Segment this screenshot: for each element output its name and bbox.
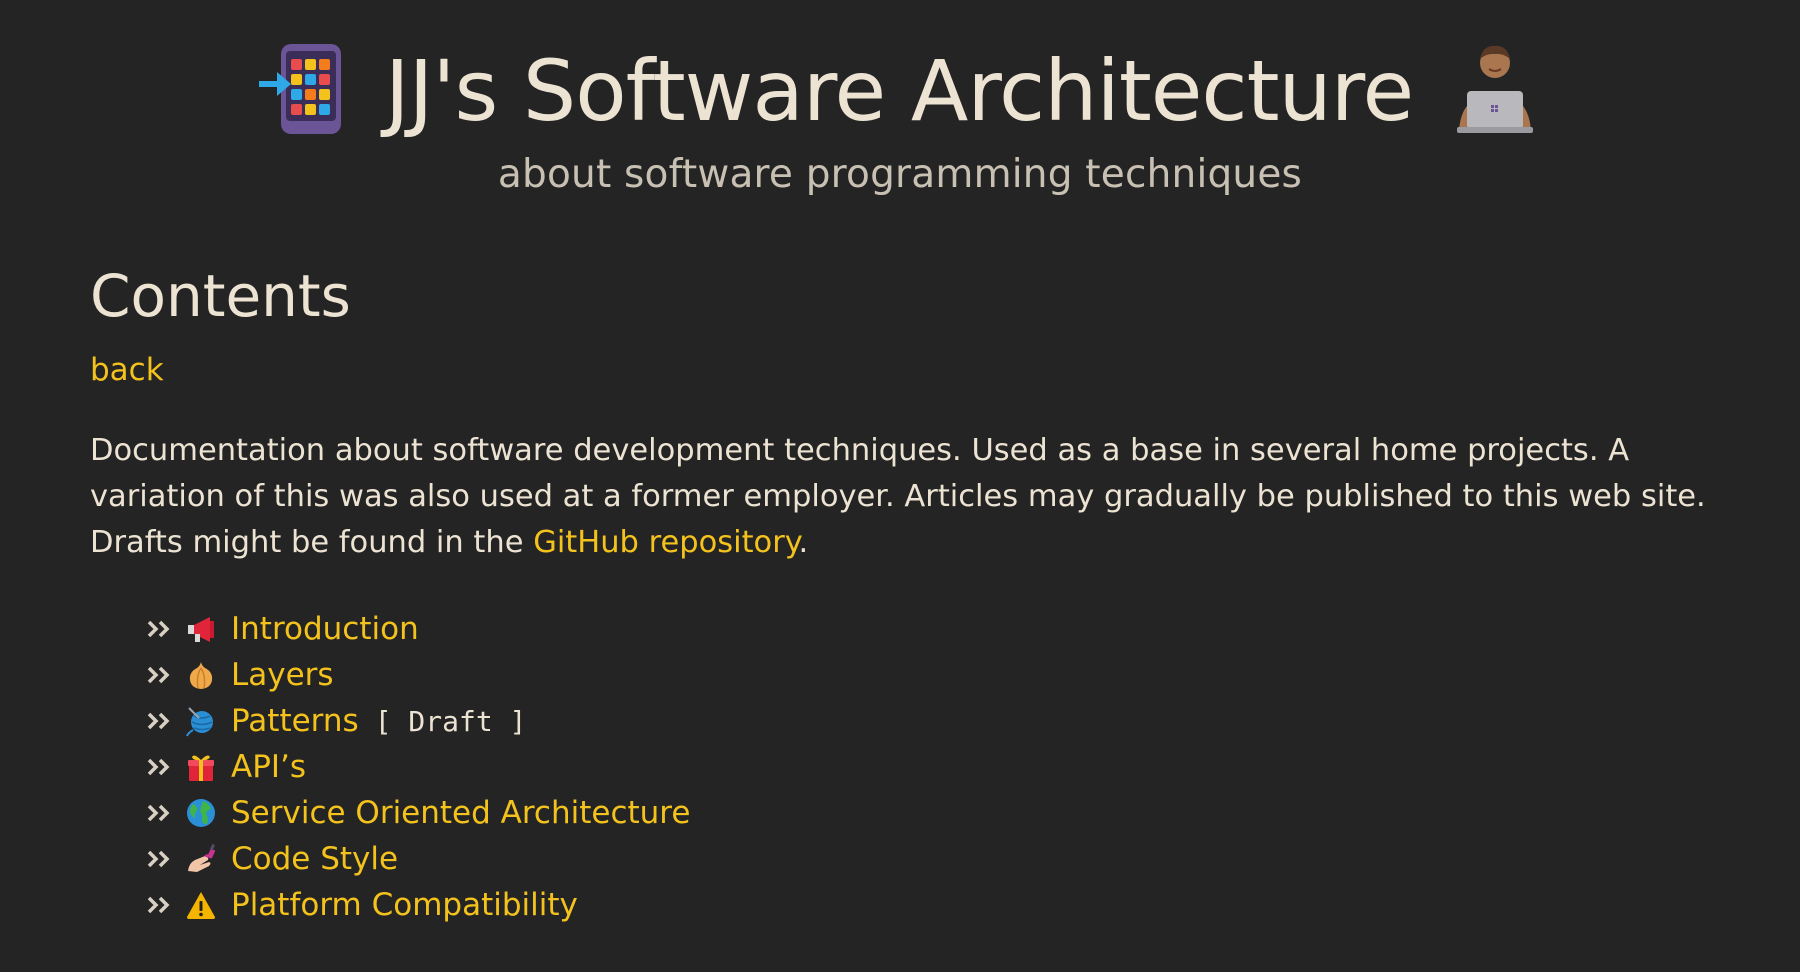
onion-icon (189, 662, 213, 689)
double-chevron-icon (147, 666, 170, 684)
main-content: Contents back Documentation about softwa… (90, 262, 1710, 928)
toc-link-service-oriented-architecture[interactable]: Service Oriented Architecture (231, 795, 690, 831)
toc-link-code-style[interactable]: Code Style (231, 841, 398, 877)
nail-polish-icon (188, 844, 216, 872)
site-tagline: about software programming techniques (497, 152, 1303, 197)
globe-icon (187, 799, 215, 827)
back-link[interactable]: back (90, 352, 164, 388)
toc-item-patterns: Patterns [ Draft ] (147, 698, 1710, 744)
toc-item-platform-compatibility: Platform Compatibility (147, 882, 1710, 928)
intro-text: Documentation about software development… (90, 433, 1706, 560)
site-header: JJ's Software Architecture about softwar… (0, 36, 1800, 197)
page-title: Contents (90, 262, 351, 330)
person-laptop-icon (1445, 39, 1545, 143)
intro-text-end: . (798, 525, 809, 560)
intro-paragraph: Documentation about software development… (90, 428, 1710, 566)
double-chevron-icon (147, 620, 170, 638)
warning-icon (187, 892, 215, 919)
double-chevron-icon (147, 758, 170, 776)
megaphone-icon (188, 617, 214, 642)
mobile-apps-icon (255, 39, 355, 143)
double-chevron-icon (147, 804, 170, 822)
toc-link-platform-compatibility[interactable]: Platform Compatibility (231, 887, 578, 923)
draft-badge: [ Draft ] (374, 704, 527, 738)
toc-item-code-style: Code Style (147, 836, 1710, 882)
double-chevron-icon (147, 896, 170, 914)
toc-item-layers: Layers (147, 652, 1710, 698)
table-of-contents: Introduction Layers Patterns [ Draft ] A… (90, 606, 1710, 928)
toc-link-patterns[interactable]: Patterns (231, 703, 359, 739)
site-title: JJ's Software Architecture (384, 42, 1414, 140)
github-repository-link[interactable]: GitHub repository (533, 525, 798, 560)
gift-icon (188, 755, 214, 781)
toc-item-soa: Service Oriented Architecture (147, 790, 1710, 836)
toc-link-apis[interactable]: API’s (231, 749, 306, 785)
yarn-icon (186, 707, 213, 737)
toc-link-layers[interactable]: Layers (231, 657, 334, 693)
toc-item-introduction: Introduction (147, 606, 1710, 652)
double-chevron-icon (147, 712, 170, 730)
title-row: JJ's Software Architecture (0, 36, 1800, 146)
toc-link-introduction[interactable]: Introduction (231, 611, 419, 647)
toc-item-apis: API’s (147, 744, 1710, 790)
double-chevron-icon (147, 850, 170, 868)
